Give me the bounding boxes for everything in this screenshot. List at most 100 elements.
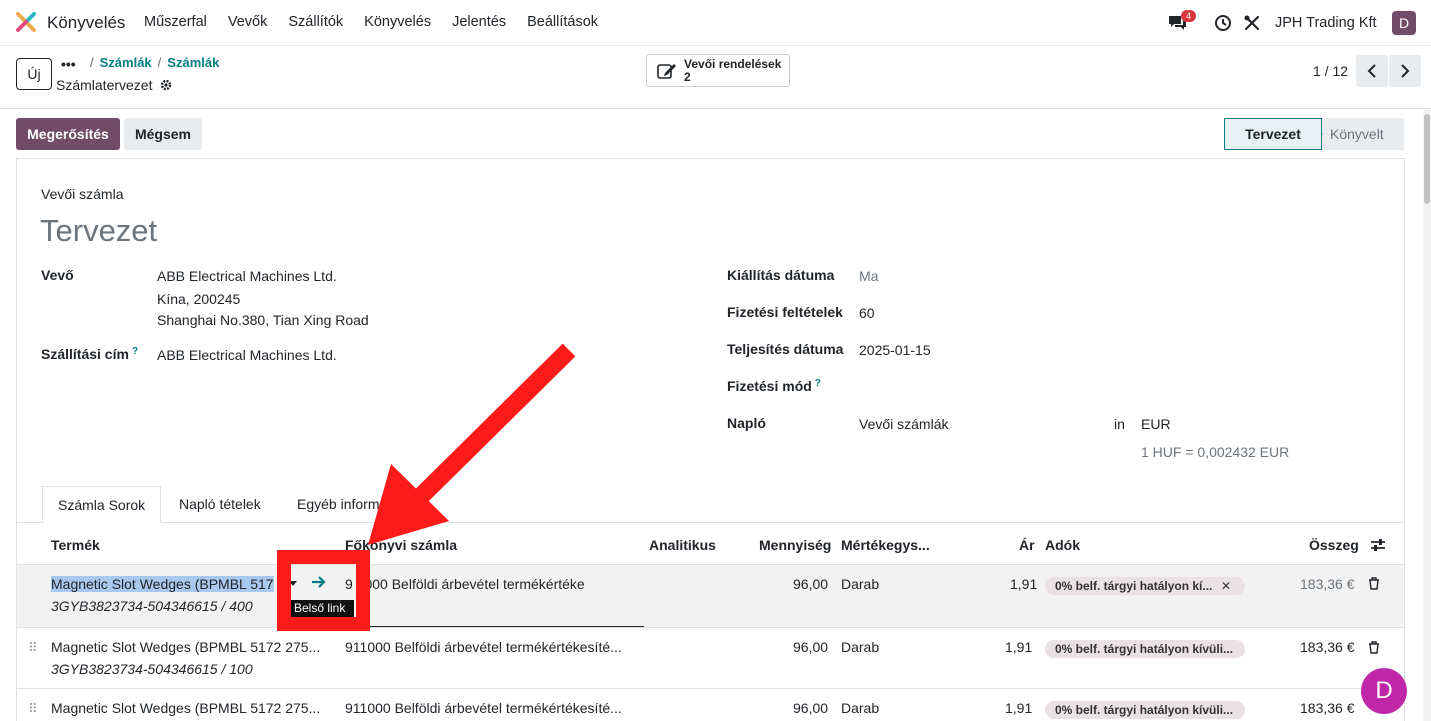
- row-quantity[interactable]: 96,00: [793, 639, 828, 655]
- scrollbar-thumb[interactable]: [1424, 114, 1430, 204]
- clock-icon[interactable]: [1214, 14, 1232, 32]
- breadcrumb-more-icon[interactable]: •••: [61, 56, 76, 72]
- currency-value[interactable]: EUR: [1141, 416, 1171, 432]
- row-price[interactable]: 1,91: [1010, 576, 1037, 592]
- header-divider: [0, 108, 1431, 109]
- payment-terms-value[interactable]: 60: [859, 305, 875, 321]
- breadcrumb-invoices-1[interactable]: Számlák: [100, 55, 152, 70]
- trash-icon[interactable]: [1368, 641, 1380, 654]
- row-product[interactable]: Magnetic Slot Wedges (BPMBL 517: [51, 576, 274, 592]
- delivery-date-value[interactable]: 2025-01-15: [859, 342, 931, 358]
- confirm-button[interactable]: Megerősítés: [16, 118, 120, 150]
- drag-handle-icon[interactable]: ⠿: [28, 640, 37, 656]
- company-switcher[interactable]: JPH Trading Kft: [1275, 15, 1377, 31]
- status-draft[interactable]: Tervezet: [1224, 118, 1322, 150]
- help-icon[interactable]: ?: [132, 346, 138, 357]
- col-product[interactable]: Termék: [51, 537, 100, 553]
- shipping-address-label-text: Szállítási cím: [41, 346, 129, 362]
- shipping-address-label: Szállítási cím?: [41, 346, 138, 362]
- table-row[interactable]: [17, 565, 1404, 627]
- column-settings-icon[interactable]: [1370, 538, 1386, 552]
- internal-link-arrow-icon[interactable]: [311, 575, 327, 589]
- annotation-highlight-box: [277, 550, 370, 631]
- tab-other-info[interactable]: Egyéb inform: [282, 486, 394, 523]
- tab-journal-items[interactable]: Napló tételek: [164, 486, 276, 523]
- tax-tag[interactable]: 0% belf. tárgyi hatályon kí... ✕: [1045, 577, 1245, 595]
- pager-previous-button[interactable]: [1356, 55, 1388, 87]
- breadcrumb-invoices-2[interactable]: Számlák: [167, 55, 219, 70]
- journal-in-label: in: [1114, 416, 1125, 432]
- smart-button-count: 2: [684, 70, 691, 84]
- row-line: [17, 627, 1404, 628]
- tax-tag[interactable]: 0% belf. tárgyi hatályon kívüli...: [1045, 701, 1245, 719]
- pager-next-button[interactable]: [1389, 55, 1421, 87]
- row-quantity[interactable]: 96,00: [793, 576, 828, 592]
- row-account[interactable]: 911000 Belföldi árbevétel termékértékesí…: [345, 639, 622, 655]
- journal-value[interactable]: Vevői számlák: [859, 416, 948, 432]
- col-subtotal[interactable]: Összeg: [1309, 537, 1359, 553]
- menu-item-accounting[interactable]: Könyvelés: [364, 14, 431, 30]
- row-product-ref: 3GYB3823734-504346615 / 400: [51, 598, 253, 614]
- new-button[interactable]: Új: [16, 58, 52, 90]
- col-taxes[interactable]: Adók: [1045, 537, 1080, 553]
- col-analytic[interactable]: Analitikus: [649, 537, 716, 553]
- currency-rate: 1 HUF = 0,002432 EUR: [1141, 444, 1290, 460]
- breadcrumb: / Számlák / Számlák: [90, 55, 220, 70]
- row-quantity[interactable]: 96,00: [793, 700, 828, 716]
- app-logo-icon[interactable]: [16, 12, 36, 32]
- row-uom[interactable]: Darab: [841, 639, 879, 655]
- menu-item-configuration[interactable]: Beállítások: [527, 14, 598, 30]
- col-uom[interactable]: Mértékegys...: [841, 537, 930, 553]
- gear-icon[interactable]: [160, 79, 172, 91]
- customer-line-1[interactable]: ABB Electrical Machines Ltd.: [157, 268, 337, 284]
- smart-button-title: Vevői rendelések: [684, 57, 782, 71]
- menu-item-dashboard[interactable]: Műszerfal: [144, 14, 207, 30]
- row-price[interactable]: 1,91: [1005, 639, 1032, 655]
- row-account[interactable]: 9 1000 Belföldi árbevétel termékértéke: [345, 576, 585, 592]
- row-subtotal: 183,36 €: [1300, 700, 1355, 716]
- pager-value[interactable]: 1 / 12: [1313, 63, 1348, 79]
- tab-invoice-lines[interactable]: Számla Sorok: [42, 486, 162, 523]
- trash-icon[interactable]: [1368, 577, 1380, 590]
- row-product[interactable]: Magnetic Slot Wedges (BPMBL 5172 275...: [51, 639, 320, 655]
- shipping-address-value[interactable]: ABB Electrical Machines Ltd.: [157, 347, 337, 363]
- chat-badge: 4: [1181, 10, 1197, 22]
- row-product-text[interactable]: Magnetic Slot Wedges (BPMBL 517: [51, 576, 274, 592]
- row-uom[interactable]: Darab: [841, 700, 879, 716]
- document-type: Vevői számla: [41, 186, 124, 202]
- row-subtotal: 183,36 €: [1300, 576, 1355, 592]
- cancel-button[interactable]: Mégsem: [124, 118, 202, 150]
- delivery-date-label: Teljesítés dátuma: [727, 341, 844, 357]
- invoice-date-value[interactable]: Ma: [859, 268, 878, 284]
- row-price[interactable]: 1,91: [1005, 700, 1032, 716]
- tax-tag[interactable]: 0% belf. tárgyi hatályon kívüli...: [1045, 640, 1245, 658]
- menu-item-customers[interactable]: Vevők: [228, 14, 268, 30]
- drag-handle-icon[interactable]: ⠿: [28, 701, 37, 717]
- remove-tag-icon[interactable]: ✕: [1221, 577, 1231, 595]
- top-navbar: Könyvelés Műszerfal Vevők Szállítók Köny…: [0, 0, 1431, 46]
- journal-label: Napló: [727, 415, 766, 431]
- col-quantity[interactable]: Mennyiség: [759, 537, 831, 553]
- customer-line-2: Kína, 200245: [157, 291, 241, 307]
- app-name[interactable]: Könyvelés: [47, 13, 125, 33]
- main-menu: Műszerfal Vevők Szállítók Könyvelés Jele…: [144, 14, 619, 30]
- assistant-avatar-button[interactable]: D: [1361, 668, 1407, 714]
- chevron-left-icon: [1367, 64, 1376, 78]
- row-line: [17, 688, 1404, 689]
- row-product[interactable]: Magnetic Slot Wedges (BPMBL 5172 275...: [51, 700, 320, 716]
- scrollbar[interactable]: [1423, 110, 1431, 721]
- help-icon[interactable]: ?: [815, 378, 821, 389]
- row-uom[interactable]: Darab: [841, 576, 879, 592]
- row-account[interactable]: 911000 Belföldi árbevétel termékértékesí…: [345, 700, 622, 716]
- edit-document-icon: [657, 64, 676, 79]
- menu-item-reporting[interactable]: Jelentés: [452, 14, 506, 30]
- tools-icon[interactable]: [1243, 14, 1261, 32]
- smart-button-label: Vevői rendelések 2: [684, 58, 781, 84]
- status-posted[interactable]: Könyvelt: [1312, 118, 1404, 150]
- sale-orders-smart-button[interactable]: Vevői rendelések 2: [646, 54, 790, 87]
- chevron-right-icon: [1401, 64, 1410, 78]
- menu-item-vendors[interactable]: Szállítók: [288, 14, 343, 30]
- col-price[interactable]: Ár: [1019, 537, 1035, 553]
- internal-link-tooltip: Belső link: [291, 600, 354, 617]
- user-avatar[interactable]: D: [1392, 11, 1416, 35]
